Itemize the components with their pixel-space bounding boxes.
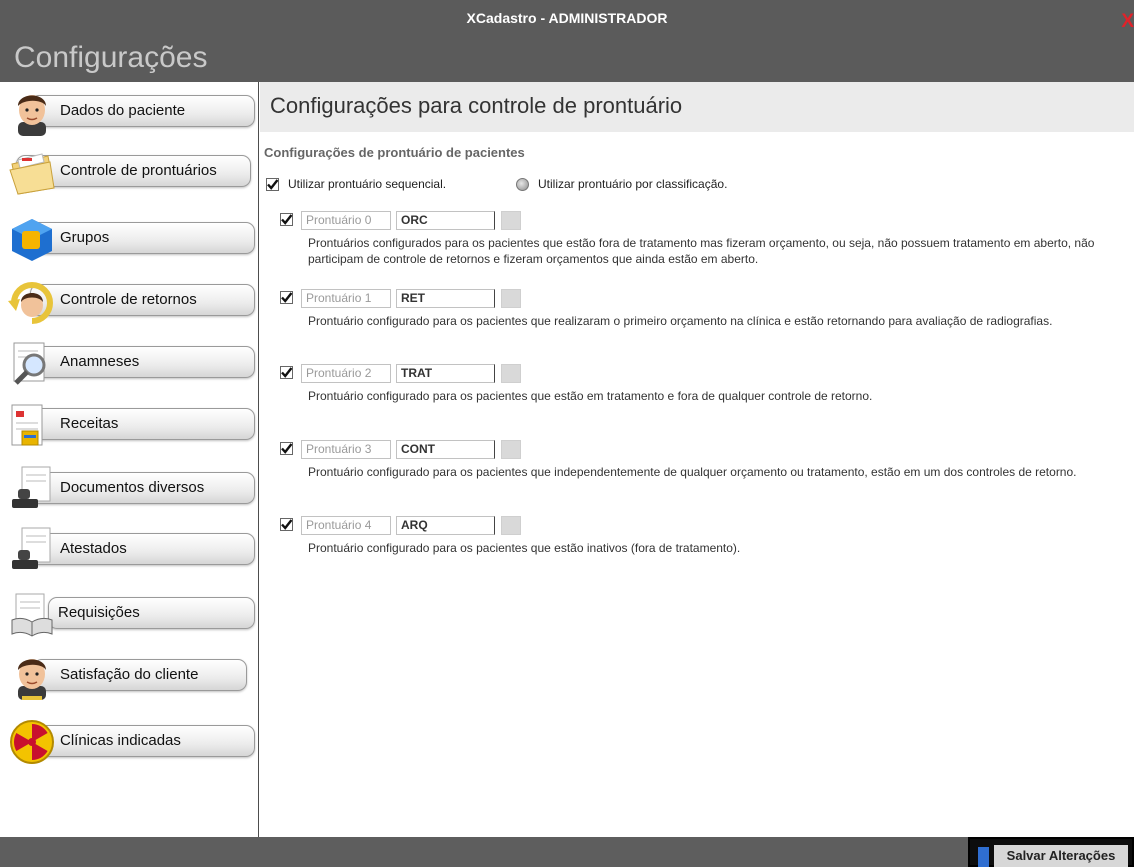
sidebar-item-controle-de-retornos[interactable]: Controle de retornos — [0, 271, 259, 331]
color-box[interactable] — [501, 211, 521, 230]
prontuario-item: Prontuário 2 TRAT Prontuário configurado… — [280, 364, 1130, 403]
sidebar-item-controle-de-prontuarios[interactable]: Controle de prontuários — [0, 142, 259, 202]
title-bar: XCadastro - ADMINISTRADOR X Configuraçõe… — [0, 0, 1134, 82]
main-header: Configurações para controle de prontuári… — [260, 82, 1134, 132]
magnifier-icon — [13, 342, 46, 385]
save-button[interactable]: Salvar Alterações — [968, 837, 1134, 867]
radiation-icon — [10, 720, 54, 764]
sidebar-item-label: Controle de prontuários — [60, 162, 217, 179]
sequential-option[interactable]: Utilizar prontuário sequencial. — [266, 177, 446, 191]
checkbox[interactable] — [280, 442, 293, 455]
save-accent — [978, 847, 989, 867]
sidebar-item-label: Requisições — [58, 604, 140, 621]
sidebar-item-label: Atestados — [60, 540, 127, 557]
sidebar-item-receitas[interactable]: Receitas — [0, 395, 259, 455]
prontuario-item: Prontuário 1 RET Prontuário configurado … — [280, 289, 1130, 328]
color-box[interactable] — [501, 516, 521, 535]
prontuario-name-field: Prontuário 3 — [301, 440, 391, 459]
book-icon — [11, 593, 53, 637]
prontuario-code-field[interactable]: TRAT — [396, 364, 495, 383]
main-panel: Configurações para controle de prontuári… — [260, 82, 1134, 837]
sidebar: Dados do paciente Controle de prontuário… — [0, 82, 259, 837]
close-icon[interactable]: X — [1121, 12, 1134, 31]
page-heading: Configurações — [14, 41, 208, 74]
main-title: Configurações para controle de prontuári… — [270, 93, 683, 118]
prescription-icon — [11, 404, 43, 446]
prontuario-item: Prontuário 3 CONT Prontuário configurado… — [280, 440, 1130, 479]
stamp-icon — [12, 466, 51, 508]
prontuario-item: Prontuário 4 ARQ Prontuário configurado … — [280, 516, 1130, 555]
checkbox[interactable] — [280, 213, 293, 226]
sidebar-item-dados-do-paciente[interactable]: Dados do paciente — [0, 82, 259, 142]
man-avatar-icon — [18, 659, 46, 700]
radio-icon — [516, 177, 529, 191]
sidebar-item-label: Dados do paciente — [60, 102, 186, 119]
save-button-label: Salvar Alterações — [994, 845, 1128, 867]
sidebar-item-label: Satisfação do cliente — [60, 666, 199, 683]
sidebar-item-label: Receitas — [60, 415, 119, 432]
prontuario-description: Prontuário configurado para os pacientes… — [308, 541, 741, 555]
prontuario-code-field[interactable]: ORC — [396, 211, 495, 230]
prontuario-code-field[interactable]: CONT — [396, 440, 495, 459]
window-title: XCadastro - ADMINISTRADOR — [466, 10, 668, 26]
sidebar-item-label: Clínicas indicadas — [60, 732, 181, 749]
sidebar-item-satisfacao-do-cliente[interactable]: Satisfação do cliente — [0, 646, 259, 706]
sidebar-item-label: Documentos diversos — [60, 479, 205, 496]
prontuario-description: Prontuários configurados para os pacient… — [308, 236, 1095, 266]
prontuario-name-field: Prontuário 0 — [301, 211, 391, 230]
prontuario-code-field[interactable]: RET — [396, 289, 495, 308]
sidebar-item-label: Grupos — [60, 229, 110, 246]
sidebar-item-label: Anamneses — [60, 353, 140, 370]
checkbox[interactable] — [280, 518, 293, 531]
stamp-icon — [12, 527, 51, 569]
footer-bar: Salvar Alterações — [0, 837, 1134, 867]
sidebar-item-atestados[interactable]: Atestados — [0, 520, 259, 580]
prontuario-name-field: Prontuário 4 — [301, 516, 391, 535]
prontuario-description: Prontuário configurado para os pacientes… — [308, 465, 1077, 479]
sidebar-item-anamneses[interactable]: Anamneses — [0, 333, 259, 393]
sidebar-item-grupos[interactable]: Grupos — [0, 209, 259, 269]
sidebar-item-documentos-diversos[interactable]: Documentos diversos — [0, 459, 259, 519]
color-box[interactable] — [501, 289, 521, 308]
checkbox[interactable] — [280, 291, 293, 304]
color-box[interactable] — [501, 364, 521, 383]
prontuario-description: Prontuário configurado para os pacientes… — [308, 389, 873, 403]
sidebar-item-requisicoes[interactable]: Requisições — [0, 584, 259, 644]
man-avatar-icon — [18, 95, 46, 136]
prontuario-code-field[interactable]: ARQ — [396, 516, 495, 535]
prontuario-description: Prontuário configurado para os pacientes… — [308, 314, 1053, 328]
option-label: Utilizar prontuário sequencial. — [288, 177, 447, 191]
sidebar-item-clinicas-indicadas[interactable]: Clínicas indicadas — [0, 712, 259, 772]
prontuario-name-field: Prontuário 2 — [301, 364, 391, 383]
section-title: Configurações de prontuário de pacientes — [264, 145, 525, 160]
classification-option[interactable]: Utilizar prontuário por classificação. — [516, 177, 727, 191]
color-box[interactable] — [501, 440, 521, 459]
prontuario-item: Prontuário 0 ORC Prontuários configurado… — [280, 211, 1130, 266]
sidebar-item-label: Controle de retornos — [60, 291, 197, 308]
option-label: Utilizar prontuário por classificação. — [538, 177, 728, 191]
folder-icon — [9, 153, 55, 195]
return-arrow-icon — [8, 282, 53, 324]
cube-icon — [12, 219, 52, 261]
checkbox[interactable] — [280, 366, 293, 379]
checkmark-icon — [266, 177, 279, 191]
prontuario-name-field: Prontuário 1 — [301, 289, 391, 308]
